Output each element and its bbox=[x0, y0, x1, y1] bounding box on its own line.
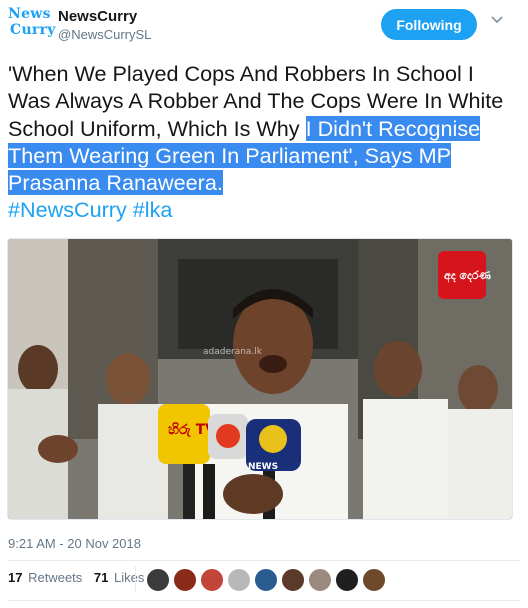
tweet-header: News Curry NewsCurry @NewsCurrySL Follow… bbox=[0, 0, 528, 56]
logo-line-1: News bbox=[8, 6, 51, 22]
likes-label: Likes bbox=[114, 570, 145, 585]
avatar[interactable] bbox=[146, 568, 170, 592]
avatar[interactable] bbox=[254, 568, 278, 592]
avatar[interactable] bbox=[335, 568, 359, 592]
following-button[interactable]: Following bbox=[381, 9, 477, 40]
display-name[interactable]: NewsCurry bbox=[58, 8, 151, 26]
account-handle[interactable]: @NewsCurrySL bbox=[58, 26, 151, 44]
media-watermark: adaderana.lk bbox=[203, 347, 263, 357]
retweets-count: 17 bbox=[8, 570, 23, 585]
retweets-stat[interactable]: 17 Retweets bbox=[8, 570, 82, 585]
tweet-text: 'When We Played Cops And Robbers In Scho… bbox=[8, 60, 520, 224]
mic-label-news: NEWS bbox=[248, 462, 278, 472]
newscurry-avatar[interactable]: News Curry bbox=[8, 6, 56, 46]
avatar[interactable] bbox=[362, 568, 386, 592]
stats-separator bbox=[135, 566, 136, 592]
divider-top bbox=[8, 560, 520, 561]
likes-count: 71 bbox=[93, 570, 109, 585]
hashtag-lka[interactable]: #lka bbox=[133, 197, 173, 222]
chevron-down-icon[interactable] bbox=[490, 14, 504, 26]
avatar[interactable] bbox=[227, 568, 251, 592]
tweet-media-image[interactable]: හිරු TV NEWS අද දෙරණ adaderana.lk bbox=[7, 238, 513, 520]
hashtag-newscurry[interactable]: #NewsCurry bbox=[8, 197, 127, 222]
retweets-label: Retweets bbox=[28, 570, 83, 585]
channel-logo-text: අද දෙරණ bbox=[444, 269, 492, 283]
tweet-timestamp[interactable]: 9:21 AM - 20 Nov 2018 bbox=[8, 536, 141, 551]
liker-avatars bbox=[146, 568, 389, 592]
account-names[interactable]: NewsCurry @NewsCurrySL bbox=[58, 8, 151, 44]
avatar[interactable] bbox=[308, 568, 332, 592]
avatar[interactable] bbox=[200, 568, 224, 592]
avatar[interactable] bbox=[281, 568, 305, 592]
likes-stat[interactable]: 71 Likes bbox=[94, 570, 144, 585]
logo-line-2: Curry bbox=[10, 22, 56, 38]
media-photo: හිරු TV NEWS අද දෙරණ adaderana.lk bbox=[8, 239, 512, 519]
avatar[interactable] bbox=[173, 568, 197, 592]
divider-bottom bbox=[8, 600, 520, 601]
tweet-stats: 17 Retweets 71 Likes bbox=[8, 570, 152, 585]
